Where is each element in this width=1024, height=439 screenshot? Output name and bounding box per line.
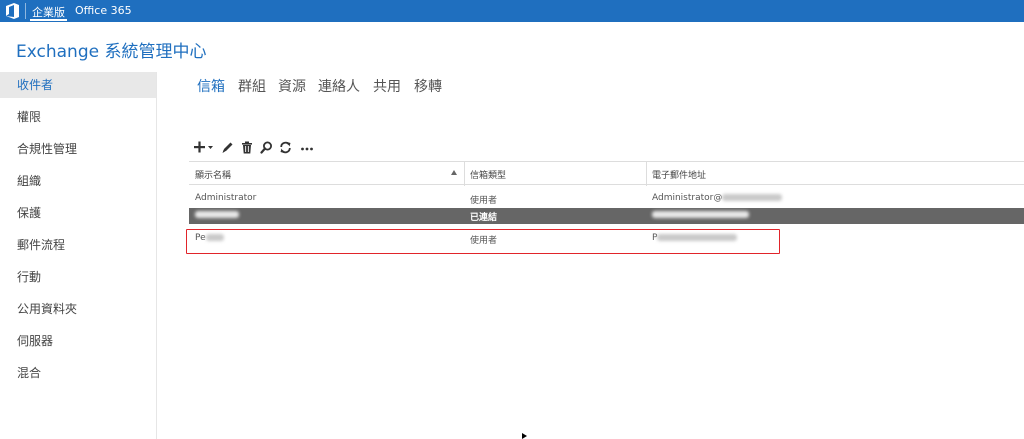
cell-display-name: Administrator [195, 193, 257, 203]
add-button[interactable] [193, 138, 215, 156]
sidebar-item-organization[interactable]: 組織 [0, 168, 156, 194]
table-row[interactable]: Administrator 使用者 Administrator@ [189, 191, 1024, 207]
edition-link[interactable]: 企業版 [32, 4, 65, 20]
table-header: 顯示名稱 信箱類型 電子郵件地址 [189, 161, 1024, 186]
app-title: Exchange 系統管理中心 [16, 42, 207, 62]
tab-mailboxes[interactable]: 信箱 [197, 76, 225, 96]
sidebar-item-recipients[interactable]: 收件者 [0, 72, 156, 98]
tab-migration[interactable]: 移轉 [414, 76, 442, 96]
tab-resources[interactable]: 資源 [278, 76, 306, 96]
top-bar: 企業版 Office 365 [0, 0, 1024, 22]
table-row-selected[interactable]: 已連結 [189, 208, 1024, 224]
refresh-button[interactable] [278, 138, 292, 156]
sidebar-item-servers[interactable]: 伺服器 [0, 328, 156, 354]
cell-mailbox-type: 已連結 [470, 213, 498, 223]
column-divider[interactable] [464, 162, 465, 186]
search-button[interactable] [259, 138, 273, 156]
column-header-mailbox-type[interactable]: 信箱類型 [470, 168, 506, 181]
sidebar-item-mobile[interactable]: 行動 [0, 264, 156, 290]
add-icon [194, 141, 213, 153]
tab-shared[interactable]: 共用 [373, 76, 401, 96]
sidebar-item-protection[interactable]: 保護 [0, 200, 156, 226]
more-icon [301, 147, 313, 150]
sort-ascending-icon[interactable] [451, 170, 457, 175]
redacted-text [652, 211, 749, 218]
mouse-cursor-icon [522, 433, 527, 439]
highlight-annotation [186, 229, 780, 254]
delete-button[interactable] [240, 138, 254, 156]
edit-icon [222, 142, 232, 153]
sidebar-item-compliance[interactable]: 合規性管理 [0, 136, 156, 162]
sidebar-item-public-folders[interactable]: 公用資料夾 [0, 296, 156, 322]
office-logo-icon[interactable] [4, 3, 21, 19]
redacted-text [195, 211, 239, 218]
tab-contacts[interactable]: 連絡人 [318, 76, 360, 96]
sidebar-item-hybrid[interactable]: 混合 [0, 360, 156, 386]
cell-email-address [652, 210, 749, 220]
column-divider[interactable] [646, 162, 647, 186]
cell-mailbox-type: 使用者 [470, 196, 498, 206]
delete-icon [242, 141, 252, 153]
sidebar-item-permissions[interactable]: 權限 [0, 104, 156, 130]
search-icon [259, 141, 272, 154]
cell-display-name [195, 210, 239, 220]
sidebar-item-mail-flow[interactable]: 郵件流程 [0, 232, 156, 258]
cell-email-address: Administrator@ [652, 193, 783, 203]
edition-active-indicator [30, 19, 67, 21]
redacted-text [722, 194, 783, 201]
refresh-icon [279, 141, 291, 153]
office365-link[interactable]: Office 365 [75, 4, 132, 17]
column-header-email-address[interactable]: 電子郵件地址 [652, 168, 706, 181]
more-button[interactable] [299, 138, 315, 156]
column-header-display-name[interactable]: 顯示名稱 [195, 168, 231, 181]
edit-button[interactable] [220, 138, 234, 156]
tab-groups[interactable]: 群組 [238, 76, 266, 96]
sidebar: 收件者 權限 合規性管理 組織 保護 郵件流程 行動 公用資料夾 伺服器 混合 [0, 72, 157, 439]
topbar-separator [25, 3, 26, 19]
